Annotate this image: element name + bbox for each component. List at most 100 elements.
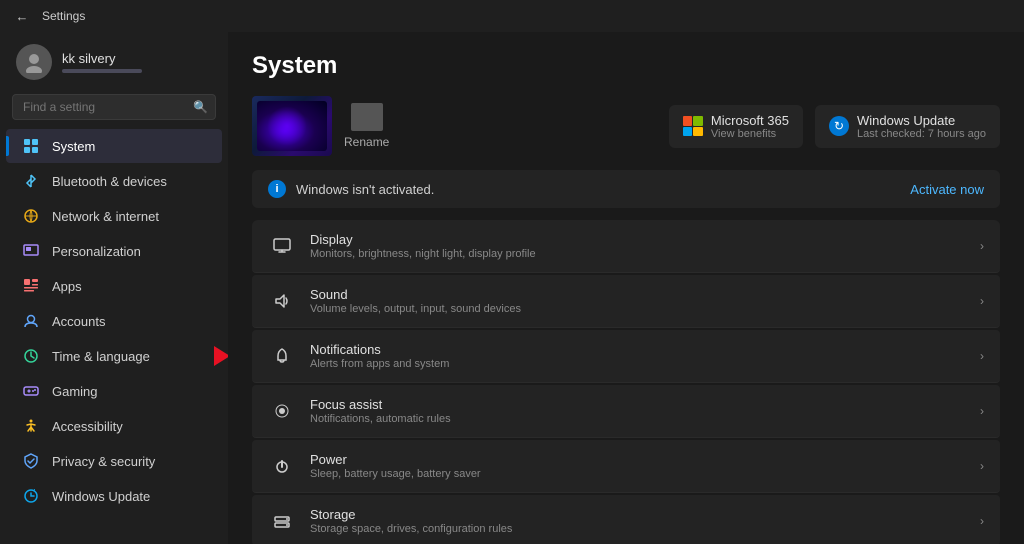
activation-text: Windows isn't activated.	[296, 182, 900, 197]
sidebar-item-apps[interactable]: Apps	[6, 269, 222, 303]
settings-item-power[interactable]: PowerSleep, battery usage, battery saver…	[252, 440, 1000, 493]
settings-item-storage[interactable]: StorageStorage space, drives, configurat…	[252, 495, 1000, 544]
chevron-icon-power: ›	[980, 459, 984, 473]
privacy-icon	[22, 452, 40, 470]
sidebar-item-label-personalization: Personalization	[52, 244, 141, 259]
windows-update-action[interactable]: ↻ Windows Update Last checked: 7 hours a…	[815, 105, 1000, 148]
settings-item-focus-assist[interactable]: Focus assistNotifications, automatic rul…	[252, 385, 1000, 438]
display-title: Display	[310, 232, 966, 247]
sidebar-item-label-accounts: Accounts	[52, 314, 105, 329]
page-title: System	[252, 52, 1000, 80]
user-info: kk silvery	[62, 51, 142, 73]
sidebar: kk silvery 🔍 System Bluetooth & devices Ne…	[0, 32, 228, 544]
search-input[interactable]	[12, 94, 216, 120]
sidebar-item-label-time-language: Time & language	[52, 349, 150, 364]
sound-icon	[268, 287, 296, 315]
sidebar-item-label-system: System	[52, 139, 95, 154]
pc-box-icon	[351, 103, 383, 131]
storage-icon	[268, 507, 296, 535]
sidebar-item-network[interactable]: Network & internet	[6, 199, 222, 233]
network-icon	[22, 207, 40, 225]
settings-item-notifications[interactable]: NotificationsAlerts from apps and system…	[252, 330, 1000, 383]
sidebar-item-accounts[interactable]: Accounts	[6, 304, 222, 338]
sidebar-item-label-apps: Apps	[52, 279, 82, 294]
content-area: System Rename	[228, 32, 1024, 544]
sidebar-item-accessibility[interactable]: Accessibility	[6, 409, 222, 443]
back-button[interactable]: ←	[12, 6, 32, 26]
sidebar-item-privacy[interactable]: Privacy & security	[6, 444, 222, 478]
pc-thumbnail-inner	[257, 101, 327, 151]
microsoft365-title: Microsoft 365	[711, 113, 789, 128]
sidebar-item-time-language[interactable]: Time & language	[6, 339, 222, 373]
pc-thumb-glow	[267, 106, 307, 146]
microsoft365-subtitle: View benefits	[711, 128, 789, 140]
system-icon	[22, 137, 40, 155]
sidebar-item-label-bluetooth: Bluetooth & devices	[52, 174, 167, 189]
microsoft365-action[interactable]: Microsoft 365 View benefits	[669, 105, 803, 148]
display-text: DisplayMonitors, brightness, night light…	[310, 232, 966, 260]
sidebar-item-label-accessibility: Accessibility	[52, 419, 123, 434]
focus-assist-subtitle: Notifications, automatic rules	[310, 413, 966, 425]
accounts-icon	[22, 312, 40, 330]
activation-banner: i Windows isn't activated. Activate now	[252, 170, 1000, 208]
chevron-icon-sound: ›	[980, 294, 984, 308]
sidebar-item-windows-update[interactable]: Windows Update	[6, 479, 222, 513]
user-profile[interactable]: kk silvery	[0, 32, 228, 90]
sidebar-item-personalization[interactable]: Personalization	[6, 234, 222, 268]
power-icon	[268, 452, 296, 480]
titlebar: ← Settings	[0, 0, 1024, 32]
power-text: PowerSleep, battery usage, battery saver	[310, 452, 966, 480]
windows-update-title: Windows Update	[857, 113, 986, 128]
red-arrow-indicator	[214, 346, 228, 366]
titlebar-title: Settings	[42, 9, 85, 23]
search-box[interactable]: 🔍	[12, 94, 216, 120]
accessibility-icon	[22, 417, 40, 435]
sidebar-item-label-privacy: Privacy & security	[52, 454, 155, 469]
chevron-icon-storage: ›	[980, 514, 984, 528]
info-icon: i	[268, 180, 286, 198]
settings-item-sound[interactable]: SoundVolume levels, output, input, sound…	[252, 275, 1000, 328]
avatar	[16, 44, 52, 80]
sidebar-item-bluetooth[interactable]: Bluetooth & devices	[6, 164, 222, 198]
notifications-subtitle: Alerts from apps and system	[310, 358, 966, 370]
notifications-title: Notifications	[310, 342, 966, 357]
storage-text: StorageStorage space, drives, configurat…	[310, 507, 966, 535]
microsoft365-text: Microsoft 365 View benefits	[711, 113, 789, 140]
chevron-icon-display: ›	[980, 239, 984, 253]
windows-update-text: Windows Update Last checked: 7 hours ago	[857, 113, 986, 140]
settings-item-display[interactable]: DisplayMonitors, brightness, night light…	[252, 220, 1000, 273]
system-header: Rename Microsoft 365 View benefits ↻	[252, 96, 1000, 156]
storage-subtitle: Storage space, drives, configuration rul…	[310, 523, 966, 535]
power-subtitle: Sleep, battery usage, battery saver	[310, 468, 966, 480]
storage-title: Storage	[310, 507, 966, 522]
windows-update-icon: ↻	[829, 116, 849, 136]
active-indicator	[6, 136, 9, 156]
sidebar-item-label-windows-update: Windows Update	[52, 489, 150, 504]
user-status-bar	[62, 69, 142, 73]
apps-icon	[22, 277, 40, 295]
notifications-icon	[268, 342, 296, 370]
nav-list: System Bluetooth & devices Network & inter…	[0, 128, 228, 514]
display-subtitle: Monitors, brightness, night light, displ…	[310, 248, 966, 260]
chevron-icon-notifications: ›	[980, 349, 984, 363]
user-name: kk silvery	[62, 51, 142, 66]
sound-text: SoundVolume levels, output, input, sound…	[310, 287, 966, 315]
bluetooth-icon	[22, 172, 40, 190]
search-icon: 🔍	[193, 100, 208, 114]
windows-update-subtitle: Last checked: 7 hours ago	[857, 128, 986, 140]
rename-label: Rename	[344, 135, 389, 149]
focus-assist-title: Focus assist	[310, 397, 966, 412]
power-title: Power	[310, 452, 966, 467]
windows-update-icon	[22, 487, 40, 505]
sidebar-item-label-network: Network & internet	[52, 209, 159, 224]
pc-rename-section[interactable]: Rename	[344, 103, 389, 149]
sound-subtitle: Volume levels, output, input, sound devi…	[310, 303, 966, 315]
notifications-text: NotificationsAlerts from apps and system	[310, 342, 966, 370]
activate-now-link[interactable]: Activate now	[910, 182, 984, 197]
sidebar-item-gaming[interactable]: Gaming	[6, 374, 222, 408]
sound-title: Sound	[310, 287, 966, 302]
sidebar-item-system[interactable]: System	[6, 129, 222, 163]
personalization-icon	[22, 242, 40, 260]
focus-assist-icon	[268, 397, 296, 425]
focus-assist-text: Focus assistNotifications, automatic rul…	[310, 397, 966, 425]
